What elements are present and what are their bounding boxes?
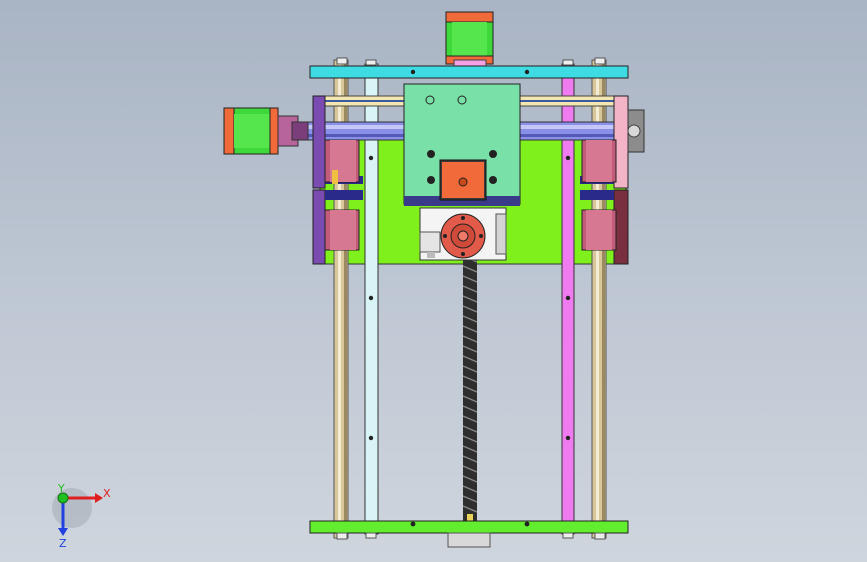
lead-screw-nut xyxy=(440,213,486,259)
left-stepper-motor xyxy=(223,107,309,155)
z-stepper-motor xyxy=(439,159,487,201)
bottom-bar xyxy=(309,520,629,534)
cad-viewport[interactable]: X Y Z xyxy=(0,0,867,562)
z-axis-label: Z xyxy=(59,537,67,550)
lead-screw xyxy=(462,250,478,522)
top-bar xyxy=(309,65,629,79)
top-stepper-motor xyxy=(445,11,494,68)
y-axis-label: Y xyxy=(57,482,65,495)
orientation-triad[interactable]: X Y Z xyxy=(52,482,111,550)
x-axis-label: X xyxy=(103,487,111,500)
right-motor-cap xyxy=(627,109,645,153)
